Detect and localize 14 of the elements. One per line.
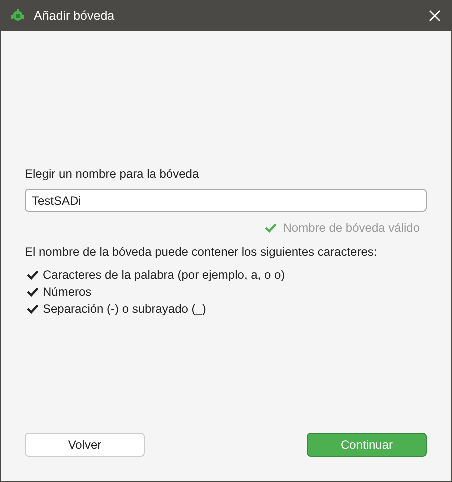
- check-icon: [27, 287, 39, 297]
- validation-message: Nombre de bóveda válido: [283, 221, 420, 235]
- name-field[interactable]: TestSADi: [25, 189, 427, 212]
- rule-text: Caracteres de la palabra (por ejemplo, a, o o): [43, 268, 286, 282]
- field-label: Elegir un nombre para la bóveda: [25, 167, 200, 181]
- rule-text: Números: [43, 285, 92, 299]
- close-icon[interactable]: [429, 10, 441, 22]
- rule-text: Separación (-) o subrayado (_): [43, 302, 206, 316]
- check-icon: [27, 304, 39, 314]
- robot-icon: [11, 9, 25, 23]
- window-title: Añadir bóveda: [34, 9, 116, 23]
- check-icon: [27, 270, 39, 280]
- back-button[interactable]: Volver: [25, 433, 145, 457]
- rules-heading: El nombre de la bóveda puede contener los siguientes caracteres:: [25, 245, 378, 259]
